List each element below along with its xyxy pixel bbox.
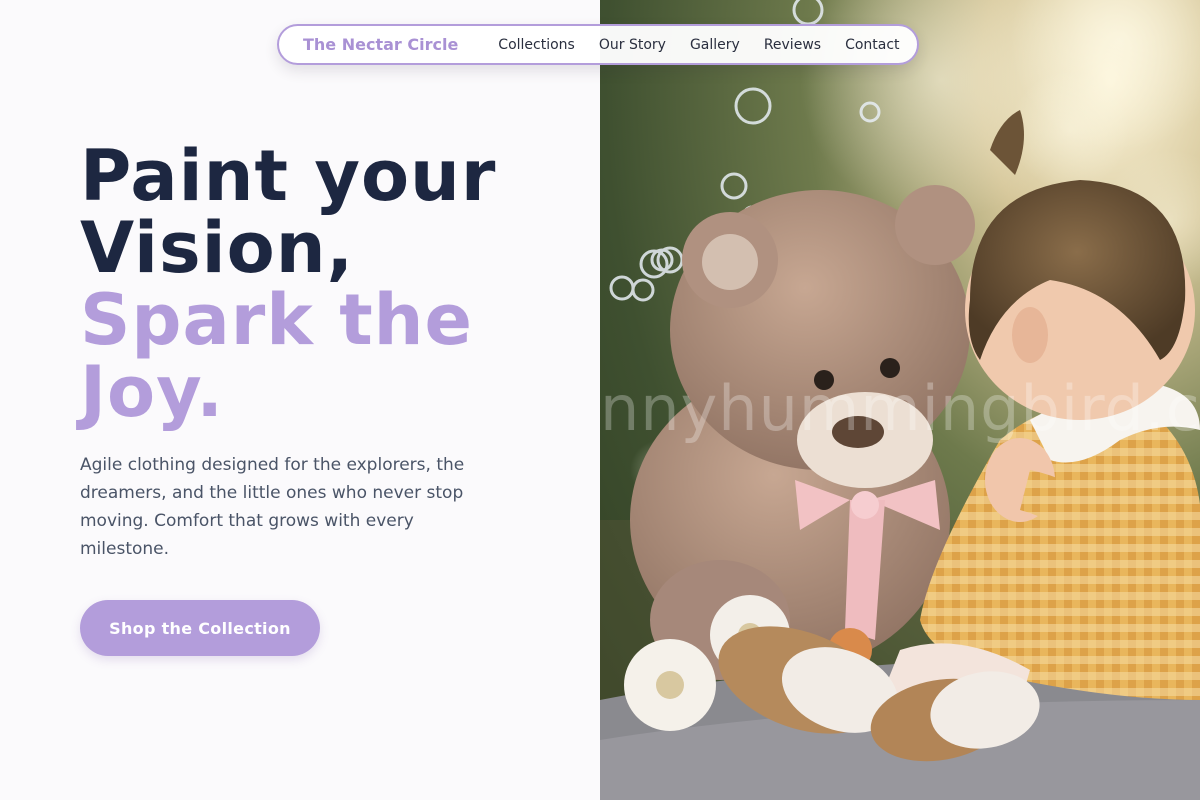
hero-photo: nnyhummingbird.c xyxy=(600,0,1200,800)
nav-links: Collections Our Story Gallery Reviews Co… xyxy=(498,37,899,53)
page: nnyhummingbird.c The Nectar Circle Colle… xyxy=(0,0,1200,800)
nav-link-collections[interactable]: Collections xyxy=(498,37,575,53)
headline-accent-line-1: Spark the xyxy=(80,279,473,361)
top-navigation: The Nectar Circle Collections Our Story … xyxy=(277,24,919,65)
headline-accent-line-2: Joy. xyxy=(80,351,224,433)
headline-line-2: Vision, xyxy=(80,207,355,289)
hero-section: Paint your Vision, Spark the Joy. Agile … xyxy=(80,140,560,563)
shop-collection-button[interactable]: Shop the Collection xyxy=(80,600,320,656)
hero-description: Agile clothing designed for the explorer… xyxy=(80,455,465,559)
nav-link-reviews[interactable]: Reviews xyxy=(764,37,821,53)
nav-link-contact[interactable]: Contact xyxy=(845,37,899,53)
nav-link-our-story[interactable]: Our Story xyxy=(599,37,666,53)
brand-logo[interactable]: The Nectar Circle xyxy=(303,35,458,54)
nav-link-gallery[interactable]: Gallery xyxy=(690,37,740,53)
hero-headline: Paint your Vision, Spark the Joy. xyxy=(80,140,560,428)
headline-line-1: Paint your xyxy=(80,135,497,217)
hero-photo-illustration xyxy=(600,0,1200,800)
